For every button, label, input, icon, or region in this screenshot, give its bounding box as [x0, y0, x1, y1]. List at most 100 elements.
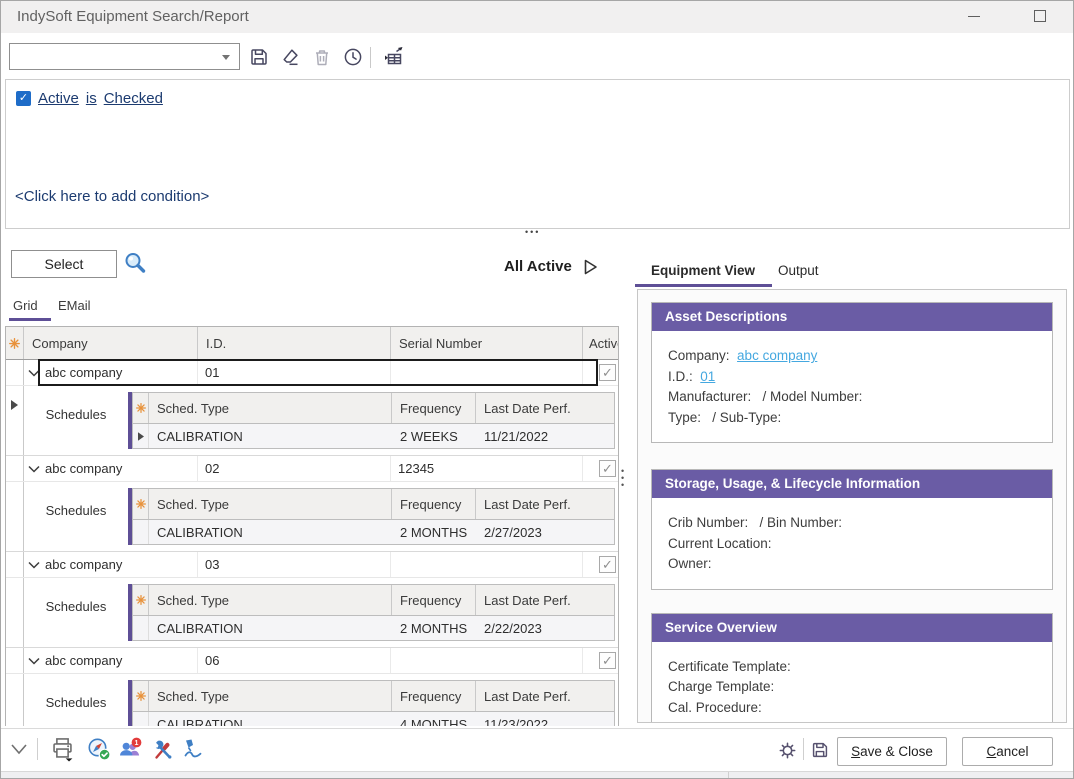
- column-header-last-date[interactable]: Last Date Perf.: [476, 585, 614, 615]
- column-header-sched-type[interactable]: Sched. Type: [149, 489, 392, 519]
- detail-row: Schedules Sched. Type Frequency Last Dat…: [6, 578, 618, 647]
- condition-value-link[interactable]: Checked: [104, 90, 163, 107]
- layout-options-button[interactable]: [382, 45, 406, 69]
- saved-search-combo[interactable]: [9, 43, 240, 70]
- tab-output[interactable]: Output: [778, 263, 819, 278]
- select-button[interactable]: Select: [11, 250, 117, 278]
- maximize-button[interactable]: [1023, 3, 1057, 29]
- column-header-last-date[interactable]: Last Date Perf.: [476, 393, 614, 423]
- row-indicator-cell: [6, 552, 24, 577]
- minimize-button[interactable]: [957, 3, 991, 29]
- cell-last-date: 11/21/2022: [476, 429, 614, 444]
- column-header-sched-type[interactable]: Sched. Type: [149, 585, 392, 615]
- filter-star-icon[interactable]: [133, 585, 149, 615]
- save-close-button[interactable]: Save & Close: [837, 737, 947, 766]
- column-header-last-date[interactable]: Last Date Perf.: [476, 681, 614, 711]
- column-header-sched-type[interactable]: Sched. Type: [149, 681, 392, 711]
- detail-caption: Schedules: [24, 482, 128, 518]
- section-title: Storage, Usage, & Lifecycle Information: [652, 470, 1052, 498]
- save-layout-button[interactable]: [809, 739, 831, 766]
- column-header-id[interactable]: I.D.: [198, 327, 391, 359]
- schedules-subgrid: Sched. Type Frequency Last Date Perf. CA…: [132, 680, 615, 726]
- cell-company: abc company: [45, 557, 122, 572]
- condition-operator-link[interactable]: is: [86, 90, 97, 107]
- schedule-row[interactable]: CALIBRATION 2 MONTHS 2/27/2023: [133, 520, 614, 544]
- column-header-frequency[interactable]: Frequency: [392, 489, 476, 519]
- table-row[interactable]: abc company 06 ✓: [6, 648, 618, 674]
- clear-conditions-button[interactable]: [278, 45, 302, 69]
- manufacturer-model-line: Manufacturer: / Model Number:: [668, 387, 1036, 408]
- chevron-down-icon[interactable]: [222, 55, 230, 60]
- column-header-last-date[interactable]: Last Date Perf.: [476, 489, 614, 519]
- run-search-button[interactable]: [584, 259, 598, 275]
- filter-star-icon[interactable]: [133, 393, 149, 423]
- play-icon: [584, 259, 598, 275]
- table-row[interactable]: abc company 01 ✓: [6, 360, 618, 386]
- detail-caption: Schedules: [24, 386, 128, 422]
- expand-more-button[interactable]: [9, 742, 29, 761]
- collapse-chevron-icon[interactable]: [28, 561, 40, 569]
- column-header-frequency[interactable]: Frequency: [392, 393, 476, 423]
- row-indicator-cell: [133, 520, 149, 544]
- column-header-sched-type[interactable]: Sched. Type: [149, 393, 392, 423]
- active-checkbox[interactable]: ✓: [599, 652, 616, 669]
- column-header-frequency[interactable]: Frequency: [392, 681, 476, 711]
- condition-field-link[interactable]: Active: [38, 90, 79, 107]
- row-indicator-cell: [133, 712, 149, 726]
- grid-group: abc company 06 ✓ Schedules Sched. Type F…: [6, 648, 618, 726]
- filter-star-icon[interactable]: [133, 489, 149, 519]
- column-header-frequency[interactable]: Frequency: [392, 585, 476, 615]
- magnifier-icon: [122, 250, 149, 277]
- schedule-row[interactable]: CALIBRATION 2 WEEKS 11/21/2022: [133, 424, 614, 448]
- save-icon: [809, 739, 831, 761]
- schedule-row[interactable]: CALIBRATION 2 MONTHS 2/22/2023: [133, 616, 614, 640]
- signature-button[interactable]: [181, 737, 205, 766]
- search-button[interactable]: [122, 250, 149, 277]
- cancel-button[interactable]: Cancel: [962, 737, 1053, 766]
- filter-star-icon[interactable]: [133, 681, 149, 711]
- company-link[interactable]: abc company: [737, 348, 817, 363]
- filter-star-icon[interactable]: [6, 327, 24, 359]
- grid-group: abc company 02 12345 ✓ Schedules Sched. …: [6, 456, 618, 552]
- detail-row: Schedules Sched. Type Frequency Last Dat…: [6, 674, 618, 726]
- table-row[interactable]: abc company 03 ✓: [6, 552, 618, 578]
- tools-icon: [151, 737, 175, 761]
- print-button[interactable]: [49, 735, 76, 767]
- detail-caption: Schedules: [24, 674, 128, 710]
- section-title: Service Overview: [652, 614, 1052, 642]
- tab-grid[interactable]: Grid: [13, 298, 38, 313]
- grid-header-row: Company I.D. Serial Number Active: [6, 327, 618, 360]
- tab-equipment-view[interactable]: Equipment View: [651, 263, 755, 278]
- add-condition-link[interactable]: <Click here to add condition>: [15, 188, 209, 205]
- collapse-chevron-icon[interactable]: [28, 369, 40, 377]
- column-header-company[interactable]: Company: [24, 327, 198, 359]
- id-label: I.D.:: [668, 369, 693, 384]
- collapse-chevron-icon[interactable]: [28, 657, 40, 665]
- column-header-active[interactable]: Active: [583, 327, 618, 359]
- save-search-button[interactable]: [247, 45, 271, 69]
- delete-search-button[interactable]: [310, 45, 334, 69]
- collapse-chevron-icon[interactable]: [28, 465, 40, 473]
- condition-checkbox[interactable]: ✓: [16, 91, 31, 106]
- verify-web-button[interactable]: [87, 737, 111, 766]
- cal-procedure-line: Cal. Procedure:: [668, 698, 1036, 719]
- svg-text:1: 1: [135, 740, 139, 747]
- cell-serial: [391, 360, 583, 385]
- id-link[interactable]: 01: [700, 369, 715, 384]
- active-checkbox[interactable]: ✓: [599, 460, 616, 477]
- scope-label: All Active: [504, 258, 572, 275]
- assigned-users-button[interactable]: 1: [117, 736, 143, 767]
- tab-email[interactable]: EMail: [58, 298, 91, 313]
- table-row[interactable]: abc company 02 12345 ✓: [6, 456, 618, 482]
- report-settings-button[interactable]: [777, 740, 798, 766]
- schedule-row[interactable]: CALIBRATION 4 MONTHS 11/23/2022: [133, 712, 614, 726]
- footer-separator: [37, 738, 38, 760]
- active-checkbox[interactable]: ✓: [599, 556, 616, 573]
- column-header-serial[interactable]: Serial Number: [391, 327, 583, 359]
- search-history-button[interactable]: [341, 45, 365, 69]
- clock-icon: [341, 45, 365, 69]
- maintenance-tools-button[interactable]: [151, 737, 175, 766]
- equipment-view-content: Asset Descriptions Company: abc company …: [637, 289, 1067, 723]
- active-checkbox[interactable]: ✓: [599, 364, 616, 381]
- horizontal-splitter[interactable]: •••: [525, 227, 540, 237]
